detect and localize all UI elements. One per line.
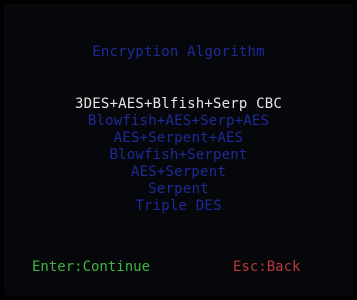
menu-item-3des-aes-blfish-serp-cbc[interactable]: 3DES+AES+Blfish+Serp CBC [4,96,353,113]
enter-continue-hint[interactable]: Enter:Continue [32,259,150,275]
menu-item-aes-serpent-aes[interactable]: AES+Serpent+AES [4,130,353,147]
menu-item-triple-des[interactable]: Triple DES [4,198,353,215]
menu-item-blowfish-aes-serp-aes[interactable]: Blowfish+AES+Serp+AES [4,113,353,130]
boot-screen: Encryption Algorithm 3DES+AES+Blfish+Ser… [0,0,357,300]
menu-item-blowfish-serpent[interactable]: Blowfish+Serpent [4,147,353,164]
menu-item-serpent[interactable]: Serpent [4,181,353,198]
menu-item-aes-serpent[interactable]: AES+Serpent [4,164,353,181]
esc-back-hint[interactable]: Esc:Back [233,259,300,275]
algorithm-menu: 3DES+AES+Blfish+Serp CBC Blowfish+AES+Se… [4,96,353,215]
screen-panel: Encryption Algorithm 3DES+AES+Blfish+Ser… [4,4,353,296]
screen-title: Encryption Algorithm [92,44,265,60]
